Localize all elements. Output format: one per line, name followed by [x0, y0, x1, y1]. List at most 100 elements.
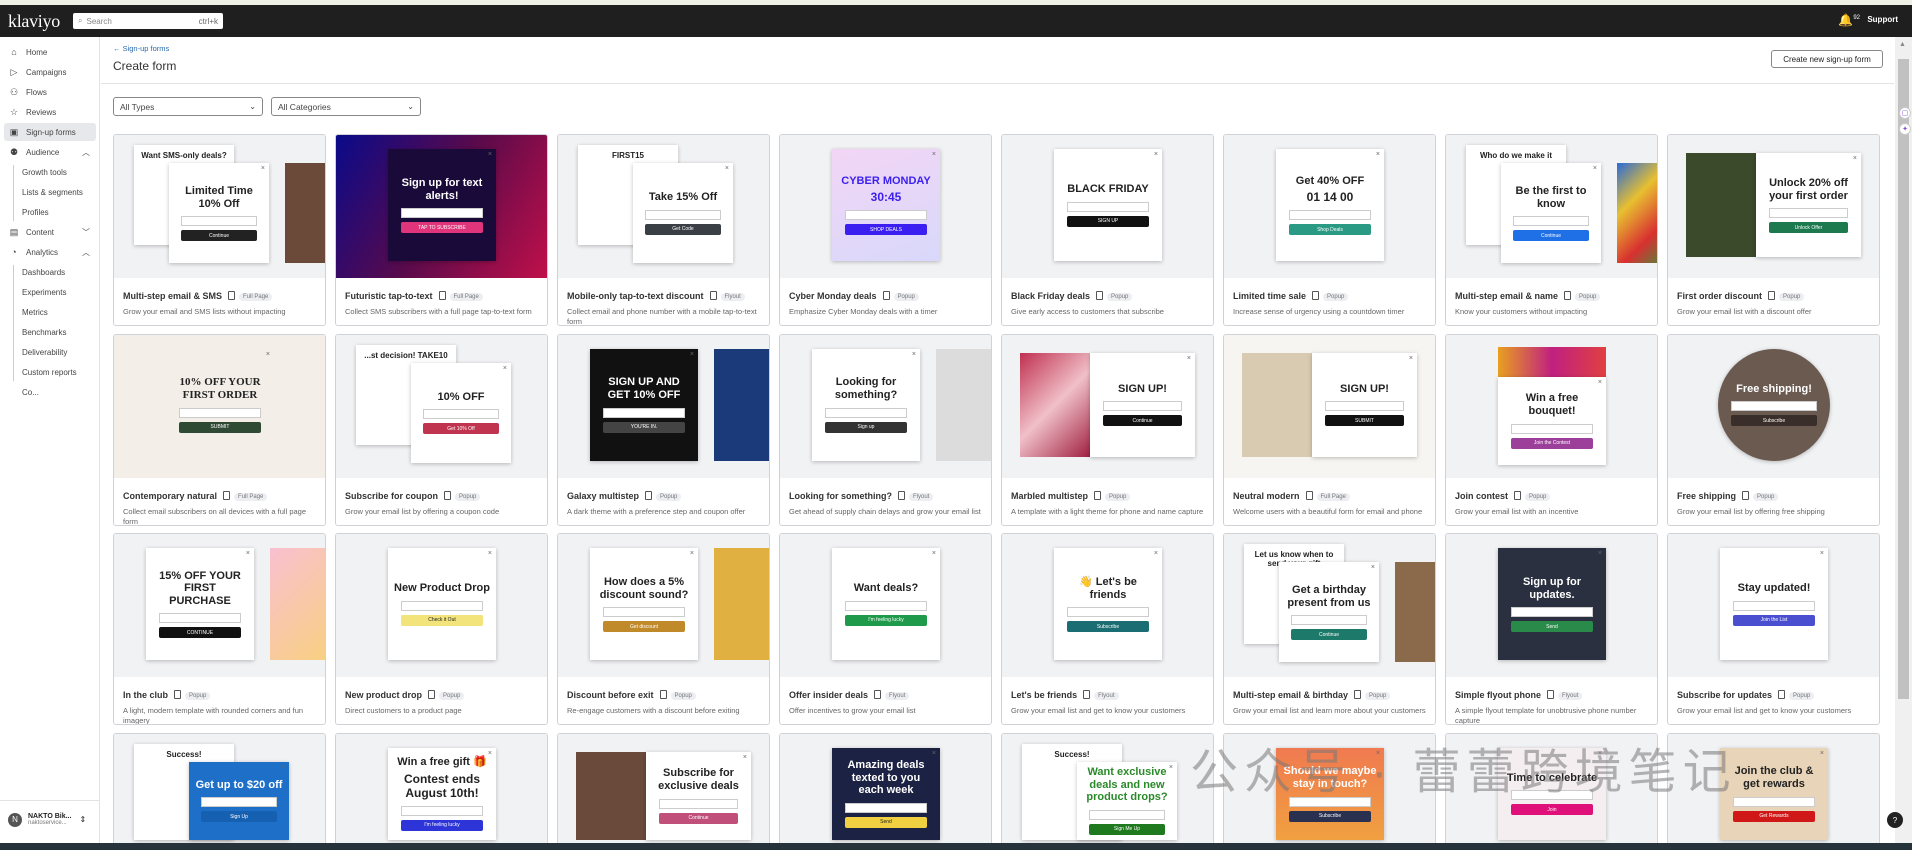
template-card[interactable]: × 👋 Let's be friends Subscribe Let's be fri… — [1001, 533, 1214, 725]
template-title[interactable]: Mobile-only tap-to-text discount — [567, 291, 704, 301]
template-thumbnail[interactable]: × Stay updated! Join the List — [1668, 534, 1879, 677]
template-thumbnail[interactable]: × 10% OFF YOUR FIRST ORDER SUBMIT — [114, 334, 325, 478]
template-title[interactable]: Multi-step email & name — [1455, 291, 1558, 301]
sparkle-icon[interactable]: ✦ — [1899, 123, 1911, 135]
template-thumbnail[interactable]: × Sign up for text alerts! TAP TO SUBSCRIB… — [336, 135, 547, 278]
sidebar-item-sign-up-forms[interactable]: ▣ Sign-up forms — [4, 123, 96, 141]
template-title[interactable]: Simple flyout phone — [1455, 690, 1541, 700]
template-thumbnail[interactable]: × Free shipping! Subscribe — [1668, 334, 1879, 478]
template-thumbnail[interactable]: × Sign up for updates. Send — [1446, 534, 1657, 677]
template-title[interactable]: Multi-step email & SMS — [123, 291, 222, 301]
template-card[interactable]: × Should we maybe stay in touch? Subscribe — [1223, 732, 1436, 843]
sidebar-item-profiles[interactable]: Profiles — [4, 203, 96, 221]
sidebar-item-campaigns[interactable]: ▷ Campaigns — [4, 63, 96, 81]
template-title[interactable]: Let's be friends — [1011, 690, 1077, 700]
template-card[interactable]: × Stay updated! Join the List Subscribe for… — [1667, 533, 1880, 725]
template-title[interactable]: Galaxy multistep — [567, 491, 639, 501]
template-thumbnail[interactable]: × Looking for something? Sign up — [780, 334, 991, 478]
template-card[interactable]: × Sign up for updates. Send Simple flyout p… — [1445, 533, 1658, 725]
scroll-up-arrow-icon[interactable]: ▲ — [1899, 41, 1906, 48]
template-title[interactable]: Subscribe for coupon — [345, 491, 438, 501]
klaviyo-logo[interactable]: klaviyo — [8, 11, 60, 32]
template-thumbnail[interactable]: × How does a 5% discount sound? Get discou… — [558, 534, 769, 677]
template-thumbnail[interactable]: × New Product Drop Check it Out — [336, 534, 547, 677]
sidebar-item-content[interactable]: ▤ Content ﹀ — [4, 223, 96, 241]
template-card[interactable]: Want SMS-only deals? × Limited Time 10% Of… — [113, 134, 326, 326]
template-thumbnail[interactable]: FIRST15 × Take 15% Off Get Code — [558, 135, 769, 278]
template-title[interactable]: Free shipping — [1677, 491, 1736, 501]
template-thumbnail[interactable]: × Win a free bouquet! Join the Contest — [1446, 334, 1657, 478]
template-title[interactable]: First order discount — [1677, 291, 1762, 301]
breadcrumb[interactable]: ← Sign-up forms — [113, 44, 169, 53]
sidebar-item-lists-segments[interactable]: Lists & segments — [4, 183, 96, 201]
create-new-signup-form-button[interactable]: Create new sign-up form — [1771, 50, 1883, 68]
template-card[interactable]: × How does a 5% discount sound? Get discou… — [557, 533, 770, 725]
document-icon[interactable]: ▢ — [1899, 107, 1911, 119]
template-thumbnail[interactable]: × SIGN UP AND GET 10% OFF YOU'RE IN. — [558, 334, 769, 478]
template-thumbnail[interactable]: × Should we maybe stay in touch? Subscribe — [1224, 733, 1435, 843]
sidebar-item-experiments[interactable]: Experiments — [4, 283, 96, 301]
chevron-icon[interactable]: ﹀ — [82, 227, 90, 238]
template-title[interactable]: Marbled multistep — [1011, 491, 1088, 501]
sidebar-item-deliverability[interactable]: Deliverability — [4, 343, 96, 361]
help-button[interactable]: ? — [1887, 812, 1903, 828]
template-title[interactable]: Multi-step email & birthday — [1233, 690, 1348, 700]
template-title[interactable]: Discount before exit — [567, 690, 654, 700]
template-title[interactable]: Cyber Monday deals — [789, 291, 877, 301]
category-filter-select[interactable]: All Categories ⌄ — [271, 97, 421, 116]
template-card[interactable]: Who do we make it × Be the first to know Co… — [1445, 134, 1658, 326]
template-card[interactable]: Success! × Get up to $20 off Sign Up — [113, 732, 326, 843]
template-card[interactable]: × Win a free bouquet! Join the Contest Join… — [1445, 333, 1658, 526]
template-thumbnail[interactable]: × Want deals? I'm feeling lucky — [780, 534, 991, 677]
template-thumbnail[interactable]: Who do we make it × Be the first to know Co… — [1446, 135, 1657, 278]
search-input[interactable]: ⌕ Search ctrl+k — [73, 13, 223, 29]
template-card[interactable]: × Sign up for text alerts! TAP TO SUBSCRIB… — [335, 134, 548, 326]
template-title[interactable]: Looking for something? — [789, 491, 892, 501]
template-card[interactable]: × CYBER MONDAY 30:45 SHOP DEALS Cyber Monday… — [779, 134, 992, 326]
sidebar-item-analytics[interactable]: ◔ Analytics ︿ — [4, 243, 96, 261]
support-link[interactable]: Support — [1867, 15, 1898, 24]
template-thumbnail[interactable]: × CYBER MONDAY 30:45 SHOP DEALS — [780, 135, 991, 278]
scrollbar[interactable]: ▲ — [1895, 37, 1912, 843]
template-thumbnail[interactable]: × SIGN UP! Continue — [1002, 334, 1213, 478]
template-thumbnail[interactable]: × 👋 Let's be friends Subscribe — [1002, 534, 1213, 677]
template-card[interactable]: × Want deals? I'm feeling lucky Offer insid… — [779, 533, 992, 725]
template-title[interactable]: Futuristic tap-to-text — [345, 291, 433, 301]
template-card[interactable]: × SIGN UP AND GET 10% OFF YOU'RE IN. Galaxy… — [557, 333, 770, 526]
sidebar-item-dashboards[interactable]: Dashboards — [4, 263, 96, 281]
template-thumbnail[interactable]: Want SMS-only deals? × Limited Time 10% Of… — [114, 135, 325, 278]
type-filter-select[interactable]: All Types ⌄ — [113, 97, 263, 116]
sidebar-item-benchmarks[interactable]: Benchmarks — [4, 323, 96, 341]
template-thumbnail[interactable]: × Join the club & get rewards Get Rewards — [1668, 733, 1879, 843]
template-title[interactable]: Subscribe for updates — [1677, 690, 1772, 700]
template-title[interactable]: New product drop — [345, 690, 422, 700]
sidebar-item-flows[interactable]: ⚇ Flows — [4, 83, 96, 101]
template-title[interactable]: In the club — [123, 690, 168, 700]
template-thumbnail[interactable]: × BLACK FRIDAY SIGN UP — [1002, 135, 1213, 278]
template-card[interactable]: × Get 40% OFF 01 14 00 Shop Deals Limited ti… — [1223, 134, 1436, 326]
template-card[interactable]: ...st decision! TAKE10 × 10% OFF Get 10% Of… — [335, 333, 548, 526]
chevron-icon[interactable]: ︿ — [82, 147, 90, 158]
sidebar-item-home[interactable]: ⌂ Home — [4, 43, 96, 61]
template-thumbnail[interactable]: × Get 40% OFF 01 14 00 Shop Deals — [1224, 135, 1435, 278]
chevron-icon[interactable]: ︿ — [82, 247, 90, 258]
template-card[interactable]: Let us know when to send your gift×Get a… — [1223, 533, 1436, 725]
template-card[interactable]: FIRST15 × Take 15% Off Get Code Mobile-only … — [557, 134, 770, 326]
template-card[interactable]: × Win a free gift 🎁 Contest ends August 10… — [335, 732, 548, 843]
template-title[interactable]: Black Friday deals — [1011, 291, 1090, 301]
template-card[interactable]: × Looking for something? Sign up Looking fo… — [779, 333, 992, 526]
template-title[interactable]: Limited time sale — [1233, 291, 1306, 301]
template-card[interactable]: × BLACK FRIDAY SIGN UP Black Friday deals Po… — [1001, 134, 1214, 326]
template-card[interactable]: × Join the club & get rewards Get Rewards — [1667, 732, 1880, 843]
template-card[interactable]: × Free shipping! Subscribe Free shipping Pop… — [1667, 333, 1880, 526]
template-thumbnail[interactable]: × 15% OFF YOUR FIRST PURCHASE CONTINUE — [114, 534, 325, 677]
template-card[interactable]: × 15% OFF YOUR FIRST PURCHASE CONTINUE In t… — [113, 533, 326, 725]
template-thumbnail[interactable]: Success! × Want exclusive deals and new pr… — [1002, 733, 1213, 843]
template-thumbnail[interactable]: × SIGN UP! SUBMIT — [1224, 334, 1435, 478]
template-thumbnail[interactable]: × Time to celebrate Join — [1446, 733, 1657, 843]
template-thumbnail[interactable]: ...st decision! TAKE10 × 10% OFF Get 10% Of… — [336, 334, 547, 478]
template-thumbnail[interactable]: × Subscribe for exclusive deals Continue — [558, 733, 769, 843]
template-title[interactable]: Offer insider deals — [789, 690, 868, 700]
template-title[interactable]: Contemporary natural — [123, 491, 217, 501]
template-card[interactable]: × SIGN UP! SUBMIT Neutral modern Full Page We… — [1223, 333, 1436, 526]
